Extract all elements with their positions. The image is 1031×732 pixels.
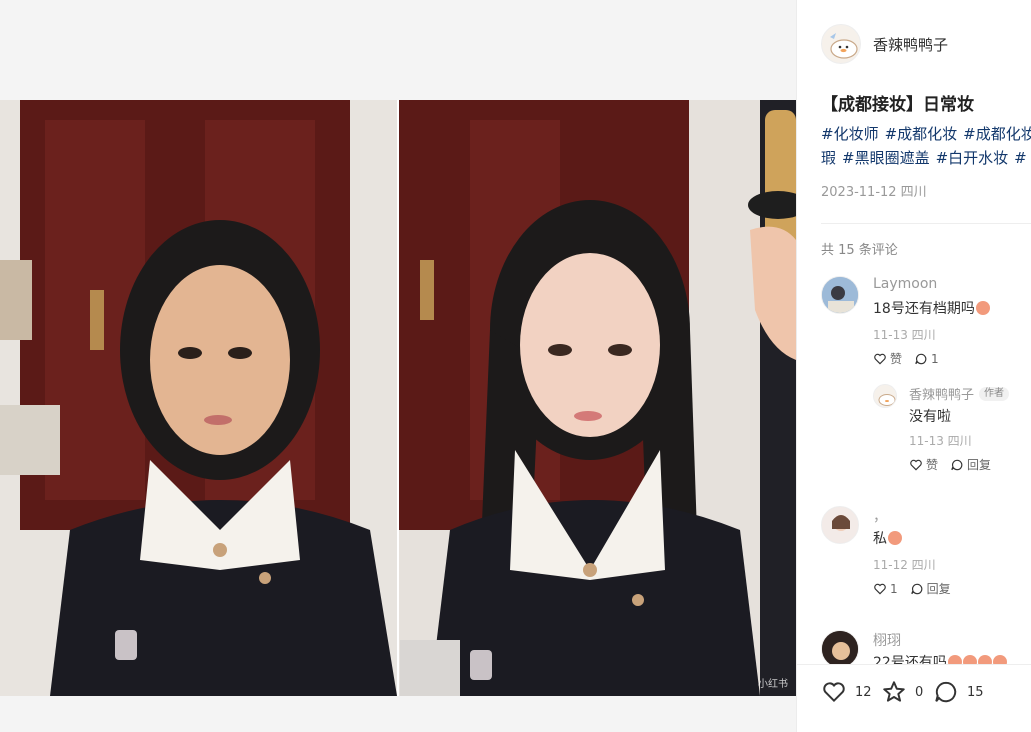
tag-link[interactable]: #黑眼圈遮盖: [842, 149, 930, 167]
emoji-icon: [888, 531, 902, 545]
reply-actions: 赞 回复: [909, 456, 991, 473]
user-avatar-icon: [822, 631, 858, 667]
heart-icon: [823, 682, 845, 703]
post-date: 2023-11-12 四川: [821, 185, 927, 200]
tags-line-1: #化妆师 #成都化妆 #成都化妆: [821, 122, 1031, 146]
tag-link[interactable]: #白开水妆: [936, 149, 1009, 167]
commenter-avatar[interactable]: [821, 506, 859, 544]
comment-bubble-icon: [951, 459, 963, 470]
user-avatar-icon: [822, 277, 858, 313]
comment-bubble-icon: [935, 681, 957, 703]
emoji-icon: [975, 301, 990, 315]
author-badge: 作者: [979, 386, 1010, 401]
star-icon: [883, 681, 905, 702]
like-count: 12: [855, 684, 872, 700]
reply-time: 11-13 四川: [909, 434, 972, 448]
duck-avatar-icon: [878, 394, 896, 406]
post-photo[interactable]: 小红书: [0, 100, 796, 696]
like-button[interactable]: 赞: [909, 456, 938, 473]
tags-line-2: 瑕 #黑眼圈遮盖 #白开水妆 #: [821, 146, 1031, 170]
commenter-avatar[interactable]: [821, 276, 859, 314]
reply-button[interactable]: 1: [914, 352, 939, 366]
collect-count: 0: [915, 684, 924, 700]
post-image: [0, 100, 796, 696]
comment-time: 11-12 四川: [873, 558, 936, 572]
commenter-name[interactable]: 栩珝: [873, 630, 901, 650]
tag-link[interactable]: #: [1014, 149, 1027, 167]
divider: [821, 223, 1031, 224]
reply-button[interactable]: 回复: [910, 580, 951, 597]
like-button[interactable]: 赞: [873, 350, 902, 367]
comment-count: 共 15 条评论: [821, 243, 898, 258]
tag-link[interactable]: #成都化妆: [885, 125, 958, 143]
tag-link[interactable]: #化妆师: [821, 125, 879, 143]
commenter-avatar[interactable]: [821, 630, 859, 668]
reply-author-avatar[interactable]: [873, 384, 897, 408]
commenter-name[interactable]: ，: [873, 506, 887, 526]
comment-text: 18号还有档期吗: [873, 298, 990, 318]
heart-icon: [874, 583, 886, 594]
comment-bubble-icon: [910, 583, 922, 594]
comment-bubble-icon: [915, 353, 927, 364]
like-button[interactable]: 1: [873, 582, 898, 596]
post-collect-button[interactable]: 0: [881, 679, 923, 705]
comment-time: 11-13 四川: [873, 328, 936, 342]
author-row[interactable]: 香辣鸭鸭子: [821, 24, 948, 64]
heart-icon: [910, 459, 922, 470]
engagement-bar: 12 0 15: [797, 664, 1031, 732]
watermark-text: 小红书: [758, 679, 788, 690]
post-detail-panel: 香辣鸭鸭子 【成都接妆】日常妆 #化妆师 #成都化妆 #成都化妆 瑕 #黑眼圈遮盖 #白…: [796, 0, 1031, 732]
comment-text: 私: [873, 528, 902, 548]
post-like-button[interactable]: 12: [821, 679, 872, 705]
post-tags: #化妆师 #成都化妆 #成都化妆 瑕 #黑眼圈遮盖 #白开水妆 #: [821, 122, 1031, 170]
reply-text: 没有啦: [909, 409, 951, 425]
reply-author: 香辣鸭鸭子 作者: [909, 384, 1010, 403]
comment-actions: 1 回复: [873, 580, 951, 597]
comment-actions: 赞 1: [873, 350, 939, 367]
user-avatar-icon: [822, 507, 858, 543]
duck-avatar-icon: [830, 33, 858, 59]
reply-button[interactable]: 回复: [950, 456, 991, 473]
post-comment-button[interactable]: 15: [933, 679, 984, 705]
author-name[interactable]: 香辣鸭鸭子: [873, 34, 948, 55]
commenter-name[interactable]: Laymoon: [873, 276, 937, 292]
tag-link[interactable]: #成都化妆: [963, 125, 1031, 143]
media-panel: 小红书: [0, 0, 796, 732]
heart-icon: [874, 353, 886, 364]
reply-author-name[interactable]: 香辣鸭鸭子: [909, 384, 974, 403]
author-avatar[interactable]: [821, 24, 861, 64]
post-title: 【成都接妆】日常妆: [821, 95, 974, 115]
tag-link[interactable]: 瑕: [821, 149, 836, 167]
comment-total: 15: [967, 684, 984, 700]
